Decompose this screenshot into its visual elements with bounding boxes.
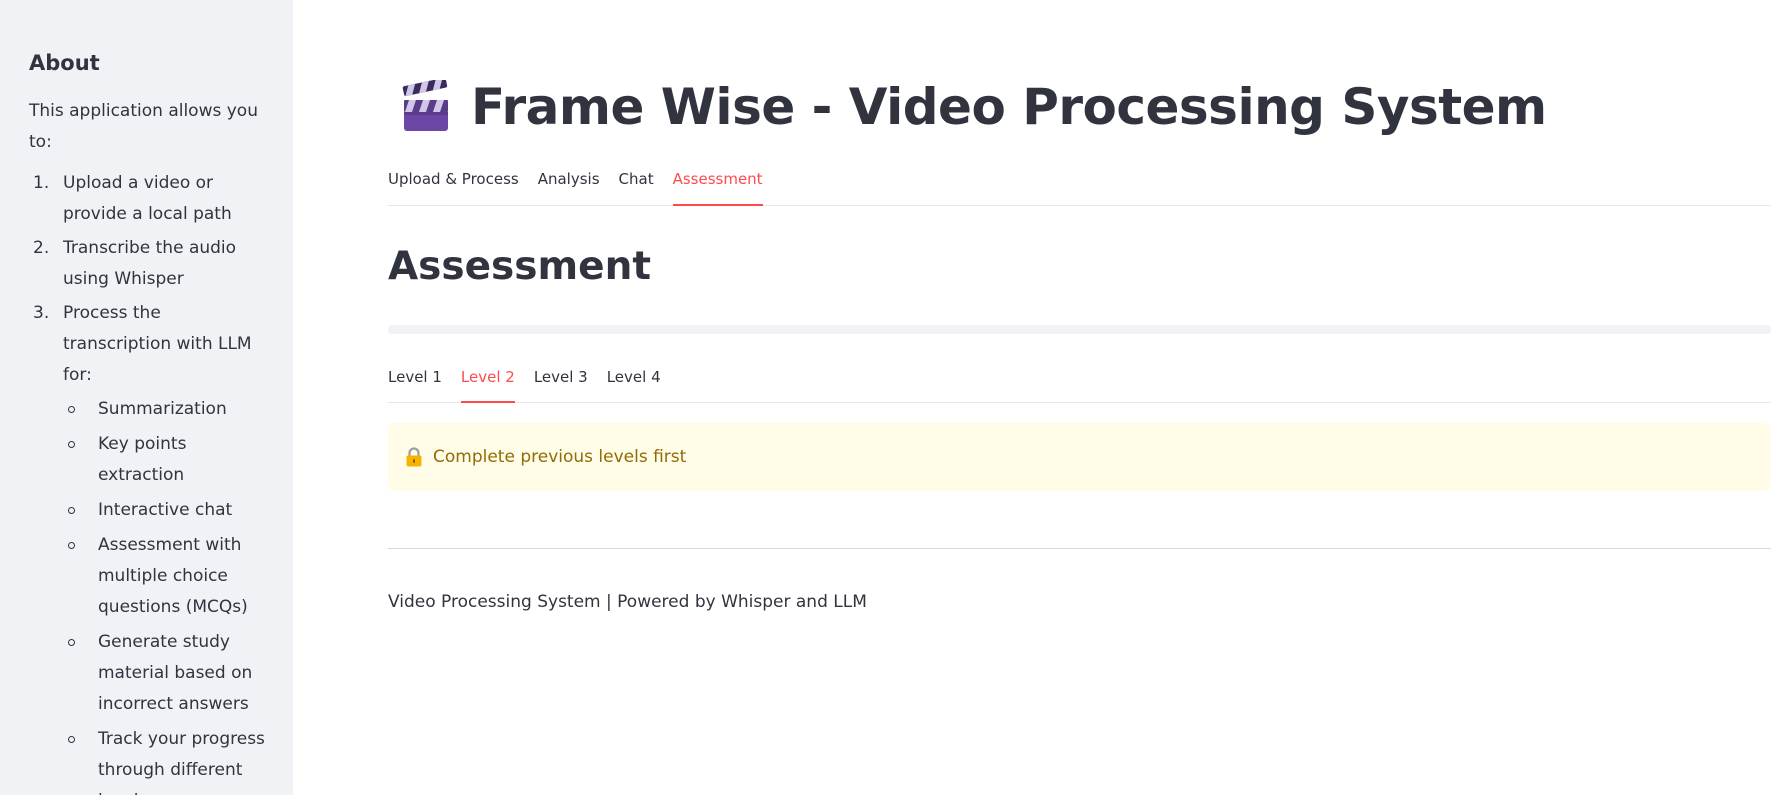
section-title: Assessment	[388, 244, 651, 289]
tab-analysis[interactable]: Analysis	[538, 168, 600, 205]
step-text: Process the transcription with LLM for:	[63, 303, 252, 385]
step-number: 3.	[33, 303, 50, 323]
progress-bar	[388, 325, 1771, 334]
tab-upload-process[interactable]: Upload & Process	[388, 168, 519, 205]
app-root: About This application allows you to: 1.…	[0, 0, 1771, 795]
warning-text: Complete previous levels first	[433, 447, 687, 467]
main-content: Frame Wise - Video Processing System Upl…	[293, 0, 1771, 795]
page-header: Frame Wise - Video Processing System	[400, 72, 1547, 142]
feature-item: Key points extraction	[63, 429, 269, 491]
feature-item: Interactive chat	[63, 495, 269, 526]
footer-text: Video Processing System | Powered by Whi…	[388, 592, 867, 612]
list-item: 3. Process the transcription with LLM fo…	[29, 298, 269, 795]
tab-chat[interactable]: Chat	[619, 168, 654, 205]
clapper-board-icon	[402, 80, 448, 131]
list-item: 1. Upload a video or provide a local pat…	[29, 168, 269, 230]
sidebar: About This application allows you to: 1.…	[0, 0, 293, 795]
page-title: Frame Wise - Video Processing System	[471, 78, 1547, 136]
tab-level-4[interactable]: Level 4	[607, 366, 661, 402]
feature-item: Track your progress through different le…	[63, 724, 269, 795]
tab-level-3[interactable]: Level 3	[534, 366, 588, 402]
divider	[388, 548, 1771, 549]
step-text: Upload a video or provide a local path	[63, 173, 232, 224]
list-item: 2. Transcribe the audio using Whisper	[29, 233, 269, 295]
tab-level-1[interactable]: Level 1	[388, 366, 442, 402]
feature-item: Summarization	[63, 394, 269, 425]
sidebar-heading: About	[29, 51, 100, 75]
lock-icon	[406, 447, 422, 467]
level-tabs: Level 1 Level 2 Level 3 Level 4	[388, 366, 1771, 403]
feature-item: Generate study material based on incorre…	[63, 627, 269, 720]
steps-list: 1. Upload a video or provide a local pat…	[29, 168, 269, 795]
features-list: Summarization Key points extraction Inte…	[63, 394, 269, 795]
step-number: 1.	[33, 173, 50, 193]
tab-level-2[interactable]: Level 2	[460, 366, 515, 403]
sidebar-intro: This application allows you to:	[29, 101, 258, 152]
warning-alert: Complete previous levels first	[388, 423, 1771, 491]
step-number: 2.	[33, 238, 50, 258]
main-tabs: Upload & Process Analysis Chat Assessmen…	[388, 168, 1771, 206]
tab-assessment[interactable]: Assessment	[672, 168, 763, 206]
feature-item: Assessment with multiple choice question…	[63, 530, 269, 623]
step-text: Transcribe the audio using Whisper	[63, 238, 237, 289]
